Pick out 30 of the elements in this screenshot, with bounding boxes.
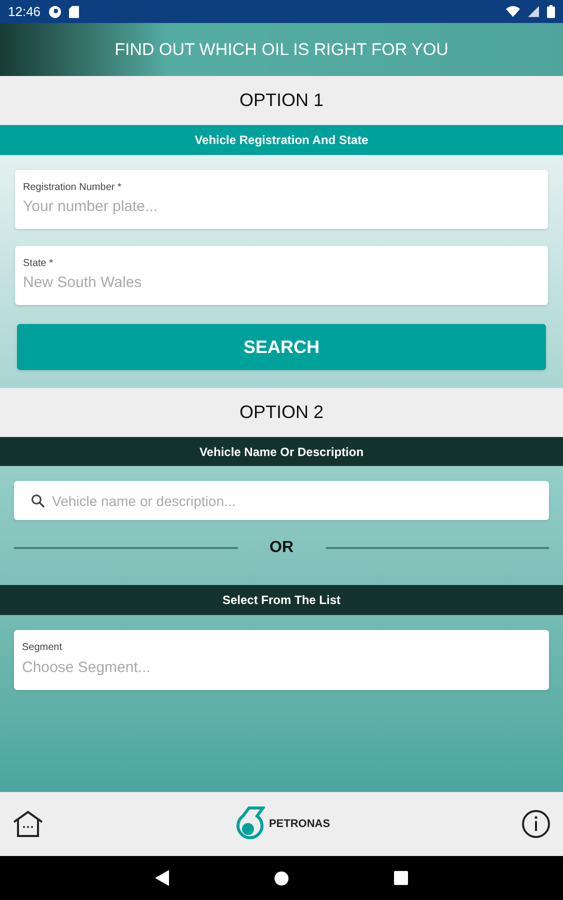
section-bar: Vehicle Registration And State [0,125,563,155]
field-input[interactable]: Your number plate... [23,198,540,218]
field-label: State * [23,258,54,270]
home-circle-icon[interactable] [274,870,289,886]
info-icon[interactable] [521,809,551,839]
brand-name: PETRONAS [268,816,330,832]
field-label: Registration Number * [23,182,122,194]
option-heading: OPTION 1 [0,76,563,125]
notification-icon [48,6,61,18]
section-bar: Select From The List [0,585,563,615]
form-field[interactable]: State * New South Wales [15,246,548,305]
form-field[interactable]: Segment Choose Segment... [14,630,549,690]
or-divider-text: OR [270,538,294,558]
section-bar: Vehicle Name Or Description [0,437,563,466]
header-title: FIND OUT WHICH OIL IS RIGHT FOR YOU [114,38,448,61]
option-heading: OPTION 2 [0,388,563,437]
form-field[interactable]: Registration Number * Your number plate... [15,170,548,229]
field-label: Segment [22,642,64,655]
sd-card-icon [68,6,79,18]
search-icon [31,494,45,508]
battery-icon [547,5,555,18]
status-time: 12:46 [8,2,41,21]
field-input[interactable]: Choose Segment... [22,658,541,678]
signal-icon [528,6,539,17]
vehicle-search-field[interactable]: Vehicle name or description... [14,481,549,520]
droplet-logo-icon [234,806,265,842]
wifi-icon [506,6,520,17]
home-icon[interactable] [12,810,44,838]
field-input[interactable]: New South Wales [23,274,540,294]
back-icon[interactable] [155,870,169,886]
